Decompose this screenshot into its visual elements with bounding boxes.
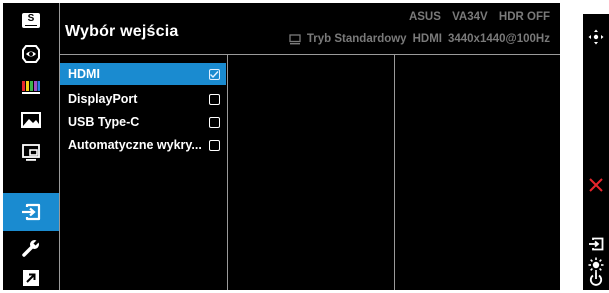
osd-menu: Wybór wejścia ASUS VA34V HDR OFF Tryb St…	[3, 3, 560, 290]
resolution-label: 3440x1440@100Hz	[447, 33, 550, 45]
sidebar-item-blue-light[interactable]	[3, 37, 59, 70]
model-label: VA34V	[452, 11, 488, 23]
menu-item-label: USB Type-C	[68, 115, 140, 129]
joystick-button[interactable]	[583, 26, 609, 48]
checkmark-icon	[210, 71, 219, 79]
color-bars-icon	[22, 80, 40, 94]
shortcut-arrow-icon	[23, 269, 39, 286]
wrench-icon	[22, 237, 41, 257]
menu-item-label: DisplayPort	[68, 92, 138, 106]
model-info: ASUS VA34V HDR OFF	[409, 11, 550, 23]
power-icon	[589, 272, 603, 286]
sidebar-item-input-select[interactable]	[3, 193, 59, 231]
input-label: HDMI	[412, 33, 442, 45]
input-arrow-icon	[22, 203, 41, 221]
menu-item-hdmi[interactable]: HDMI	[60, 63, 226, 85]
header-divider	[60, 54, 560, 55]
menu-item-auto-detect[interactable]: Automatyczne wykry...	[60, 134, 226, 156]
column-divider-1	[227, 55, 228, 290]
close-button[interactable]	[583, 174, 609, 196]
input-button[interactable]	[583, 233, 609, 255]
brand-label: ASUS	[408, 11, 441, 23]
sidebar-item-image[interactable]	[3, 103, 59, 136]
page-title: Wybór wejścia	[65, 23, 179, 40]
status-line: Tryb Standardowy HDMI 3440x1440@100Hz	[289, 33, 550, 45]
mode-label: Tryb Standardowy	[306, 33, 407, 45]
s-badge-icon: S	[22, 13, 40, 28]
eye-icon	[22, 44, 40, 63]
sidebar-item-shortcut[interactable]	[3, 261, 59, 290]
power-button[interactable]	[583, 268, 609, 290]
checkbox-icon	[209, 116, 220, 128]
checkbox-icon	[209, 139, 220, 151]
monitor-icon	[289, 33, 301, 44]
checkbox-icon	[209, 93, 220, 105]
hdr-status: HDR OFF	[498, 11, 550, 23]
joystick-icon	[588, 29, 604, 45]
sidebar-item-color[interactable]	[3, 70, 59, 103]
control-bar	[583, 14, 609, 290]
pip-icon	[22, 143, 40, 161]
menu-item-label: Automatyczne wykry...	[68, 138, 202, 152]
sidebar: S	[3, 3, 59, 290]
menu-item-displayport[interactable]: DisplayPort	[60, 88, 226, 110]
menu-item-usb-type-c[interactable]: USB Type-C	[60, 111, 226, 133]
landscape-image-icon	[21, 111, 41, 128]
sidebar-item-system-setup[interactable]	[3, 231, 59, 264]
column-divider-2	[394, 55, 395, 290]
input-icon	[589, 237, 604, 251]
sidebar-item-splendid[interactable]: S	[3, 4, 59, 37]
sidebar-item-pip[interactable]	[3, 136, 59, 169]
close-icon	[589, 178, 603, 192]
menu-item-label: HDMI	[68, 67, 100, 81]
